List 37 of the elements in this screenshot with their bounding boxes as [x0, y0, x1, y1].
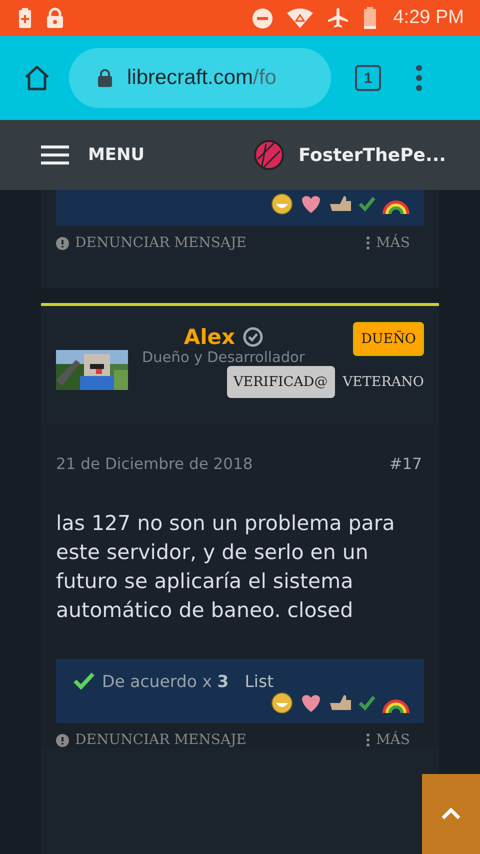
do-not-disturb-icon [252, 8, 274, 28]
home-icon[interactable] [23, 64, 51, 92]
username-link[interactable]: FosterThePe... [298, 144, 446, 166]
wifi-icon [287, 8, 314, 28]
post-date[interactable]: 21 de Diciembre de 2018 [56, 455, 253, 473]
lock-icon [97, 68, 113, 88]
airplane-icon [327, 7, 350, 29]
address-bar[interactable]: librecraft.com/fo [69, 48, 331, 108]
lock-icon [46, 7, 64, 29]
battery-icon [363, 6, 378, 30]
reaction-icons-drawing[interactable] [270, 192, 410, 216]
banner-label: VETERANO [342, 373, 424, 392]
user-avatar-icon[interactable] [254, 140, 284, 170]
more-icon [366, 236, 370, 250]
report-link[interactable]: DENUNCIAR MENSAJE [56, 235, 246, 251]
battery-charging-icon [18, 7, 32, 29]
reaction-summary[interactable]: De acuerdo x 3 [102, 672, 229, 690]
post-number[interactable]: #17 [389, 455, 422, 473]
user-title: Dueño y Desarrollador [142, 350, 305, 366]
clock-time: 4:29 PM [393, 7, 464, 29]
author-name[interactable]: Alex [184, 325, 236, 349]
tab-count-button[interactable]: 1 [355, 65, 381, 91]
more-icon [366, 733, 370, 747]
more-link[interactable]: MÁS [366, 732, 410, 748]
chevron-up-icon [441, 808, 461, 820]
user-banner: DUEÑO [353, 322, 424, 356]
message-text: las 127 no son un problema para este servidor, y de serlo en un futuro se aplicaría el sistema automático de baneo. closed [56, 510, 396, 624]
menu-button[interactable]: MENU [41, 145, 145, 165]
reactions-list-link[interactable]: List [244, 672, 274, 690]
user-banner: VERIFICAD@ [226, 366, 335, 398]
report-link[interactable]: DENUNCIAR MENSAJE [56, 732, 246, 748]
menu-icon [41, 145, 69, 165]
reaction-icons-drawing[interactable] [270, 691, 410, 715]
more-link[interactable]: MÁS [366, 235, 410, 251]
check-icon [72, 671, 96, 691]
alert-icon [56, 236, 69, 250]
overflow-menu-icon[interactable] [415, 65, 423, 91]
